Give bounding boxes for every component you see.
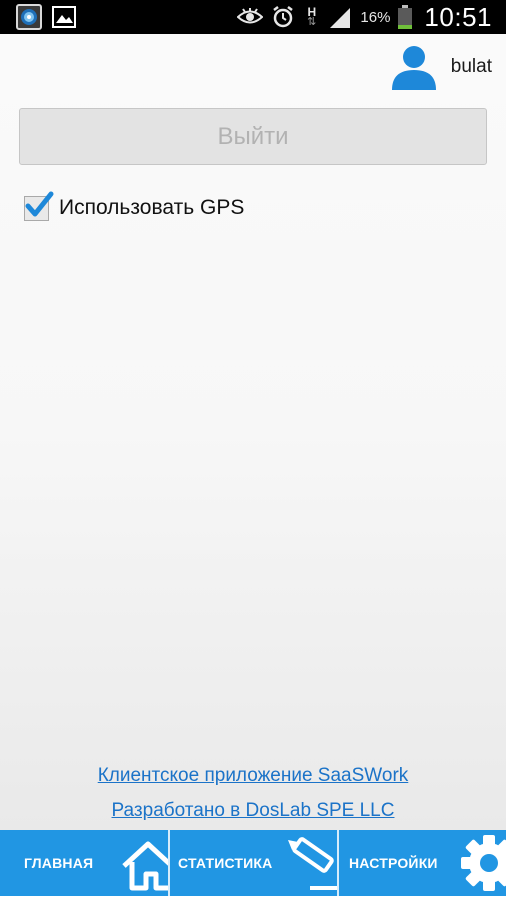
developer-link[interactable]: Разработано в DosLab SPE LLC <box>0 793 506 828</box>
clock: 10:51 <box>424 1 492 32</box>
logout-button[interactable]: Выйти <box>19 108 487 165</box>
gps-setting[interactable]: Использовать GPS <box>24 191 245 222</box>
user-profile[interactable]: bulat <box>389 44 492 90</box>
nav-stats-label: СТАТИСТИКА <box>178 855 273 871</box>
eye-icon <box>237 8 264 24</box>
signal-icon <box>330 8 351 28</box>
nav-settings-label: НАСТРОЙКИ <box>349 855 438 871</box>
checkmark-icon <box>25 191 54 216</box>
settings-screen: bulat Выйти Использовать GPS Клиентское … <box>0 34 506 830</box>
notification-icons <box>16 4 76 30</box>
gear-icon <box>461 835 506 891</box>
alarm-icon <box>273 6 293 28</box>
gps-checkbox[interactable] <box>24 191 54 221</box>
bottom-strip <box>0 896 506 900</box>
battery-icon <box>398 5 413 29</box>
data-transfer-icon: H ⇅ <box>307 5 317 28</box>
nav-stats[interactable]: СТАТИСТИКА <box>168 830 337 896</box>
nav-settings[interactable]: НАСТРОЙКИ <box>337 830 506 896</box>
footer-links: Клиентское приложение SaaSWork Разработа… <box>0 758 506 828</box>
nav-home[interactable]: ГЛАВНАЯ <box>0 830 168 896</box>
status-bar: H ⇅ 16% 10:51 <box>0 0 506 34</box>
status-icons: H ⇅ 16% 10:51 <box>237 0 492 34</box>
home-icon <box>122 841 168 891</box>
image-notification-icon <box>52 6 76 28</box>
user-name: bulat <box>450 56 492 77</box>
battery-percent: 16% <box>360 8 391 26</box>
client-app-link[interactable]: Клиентское приложение SaaSWork <box>0 758 506 793</box>
pencil-icon <box>288 837 337 890</box>
gps-label: Использовать GPS <box>59 196 245 219</box>
bottom-navigation: ГЛАВНАЯ СТАТИСТИКА НАСТРОЙКИ <box>0 830 506 896</box>
nav-home-label: ГЛАВНАЯ <box>24 855 94 871</box>
user-avatar-icon <box>391 46 436 90</box>
app-notification-icon <box>16 4 42 30</box>
